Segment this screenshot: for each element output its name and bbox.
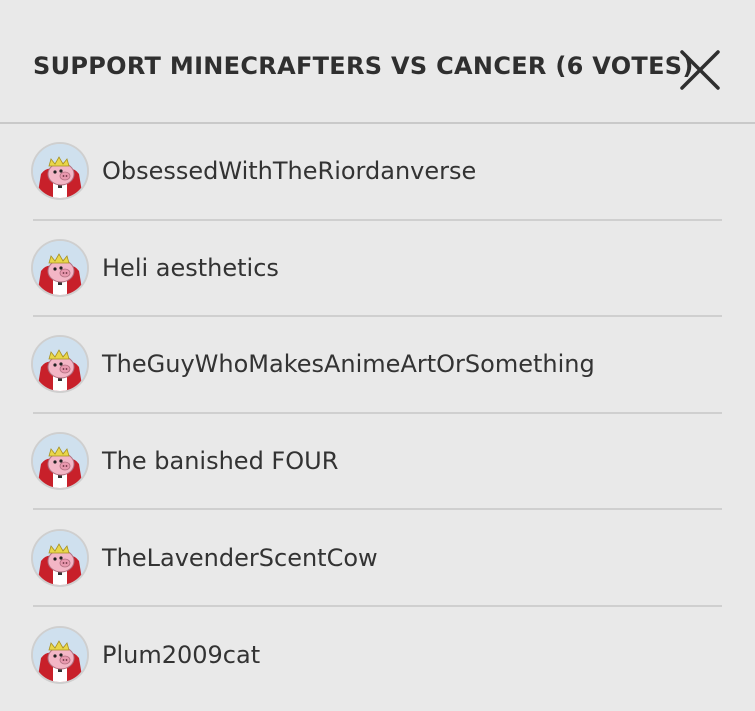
modal-title: SUPPORT MINECRAFTERS VS CANCER (6 VOTES) — [33, 52, 694, 80]
voter-item[interactable]: TheLavenderScentCow — [33, 510, 722, 607]
voter-item[interactable]: TheGuyWhoMakesAnimeArtOrSomething — [33, 317, 722, 414]
voter-name[interactable]: Heli aesthetics — [102, 254, 279, 282]
voter-name[interactable]: Plum2009cat — [102, 641, 260, 669]
pig-king-avatar[interactable] — [33, 434, 87, 489]
voter-name[interactable]: TheGuyWhoMakesAnimeArtOrSomething — [102, 350, 595, 378]
voter-item[interactable]: Heli aesthetics — [33, 221, 722, 318]
voter-item[interactable]: Plum2009cat — [33, 607, 722, 704]
close-icon[interactable] — [676, 46, 724, 94]
voter-list: ObsessedWithTheRiordanverse Heli aesthet… — [33, 124, 722, 704]
voter-item[interactable]: The banished FOUR — [33, 414, 722, 511]
voter-item[interactable]: ObsessedWithTheRiordanverse — [33, 124, 722, 221]
pig-king-avatar[interactable] — [33, 530, 87, 585]
pig-king-avatar[interactable] — [33, 240, 87, 295]
pig-king-avatar[interactable] — [33, 144, 87, 199]
votes-modal: SUPPORT MINECRAFTERS VS CANCER (6 VOTES)… — [0, 0, 755, 711]
pig-king-avatar[interactable] — [33, 628, 87, 683]
voter-name[interactable]: TheLavenderScentCow — [102, 544, 378, 572]
voter-name[interactable]: ObsessedWithTheRiordanverse — [102, 157, 476, 185]
pig-king-avatar[interactable] — [33, 337, 87, 392]
modal-header: SUPPORT MINECRAFTERS VS CANCER (6 VOTES) — [0, 0, 755, 124]
voter-name[interactable]: The banished FOUR — [102, 447, 338, 475]
